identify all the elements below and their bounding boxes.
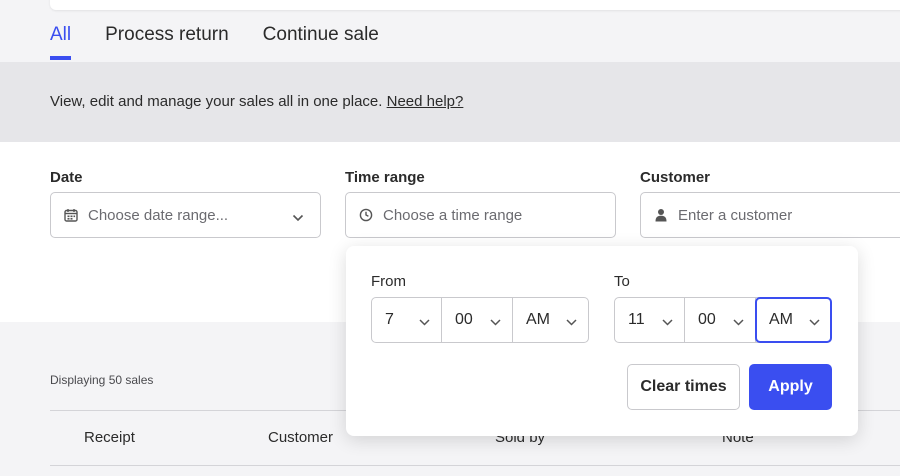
info-banner: View, edit and manage your sales all in …	[0, 62, 900, 142]
to-minute-value: 00	[698, 311, 716, 328]
clock-icon	[358, 207, 374, 223]
from-time-selects: 7 00 AM	[371, 297, 589, 343]
chevron-down-icon	[490, 313, 501, 331]
customer-field[interactable]: Enter a customer	[640, 192, 900, 238]
from-period-value: AM	[526, 311, 550, 328]
time-range-label: Time range	[345, 169, 425, 186]
top-search-bar-edge	[0, 0, 900, 11]
from-hour-value: 7	[385, 311, 394, 328]
to-label: To	[614, 273, 630, 290]
from-period-select[interactable]: AM	[513, 298, 588, 342]
to-period-value: AM	[769, 311, 793, 328]
from-minute-select[interactable]: 00	[442, 298, 513, 342]
tab-process-return[interactable]: Process return	[105, 22, 229, 60]
customer-label: Customer	[640, 169, 711, 186]
from-hour-select[interactable]: 7	[372, 298, 442, 342]
chevron-down-icon	[809, 313, 820, 331]
sales-count: Displaying 50 sales	[50, 373, 154, 387]
user-icon	[653, 207, 669, 223]
date-range-field[interactable]: Choose date range...	[50, 192, 321, 238]
to-period-select[interactable]: AM	[755, 297, 832, 343]
tab-continue-sale[interactable]: Continue sale	[263, 22, 379, 60]
chevron-down-icon	[419, 313, 430, 331]
from-label: From	[371, 273, 406, 290]
chevron-down-icon	[566, 313, 577, 331]
header-divider	[50, 465, 900, 466]
time-range-placeholder: Choose a time range	[383, 206, 523, 224]
to-hour-value: 11	[628, 311, 645, 328]
chevron-down-icon	[662, 313, 673, 331]
to-minute-select[interactable]: 00	[685, 298, 756, 342]
time-range-field[interactable]: Choose a time range	[345, 192, 616, 238]
tab-all[interactable]: All	[50, 22, 72, 60]
need-help-link[interactable]: Need help?	[387, 93, 464, 110]
chevron-down-icon	[292, 209, 304, 226]
date-label: Date	[50, 169, 83, 186]
sales-tabs: All Process return Continue sale	[50, 22, 379, 62]
to-hour-select[interactable]: 11	[615, 298, 685, 342]
date-range-placeholder: Choose date range...	[88, 206, 229, 224]
time-range-popover: From 7 00 AM To 11 00 AM Clear times App…	[346, 246, 858, 436]
chevron-down-icon	[733, 313, 744, 331]
to-time-selects: 11 00 AM	[614, 297, 832, 343]
column-receipt[interactable]: Receipt	[84, 429, 135, 446]
column-customer[interactable]: Customer	[268, 429, 333, 446]
apply-button[interactable]: Apply	[749, 364, 832, 410]
from-minute-value: 00	[455, 311, 473, 328]
banner-message: View, edit and manage your sales all in …	[50, 93, 463, 110]
banner-text: View, edit and manage your sales all in …	[50, 93, 383, 110]
customer-placeholder: Enter a customer	[678, 206, 793, 224]
calendar-icon	[63, 207, 79, 223]
clear-times-button[interactable]: Clear times	[627, 364, 740, 410]
